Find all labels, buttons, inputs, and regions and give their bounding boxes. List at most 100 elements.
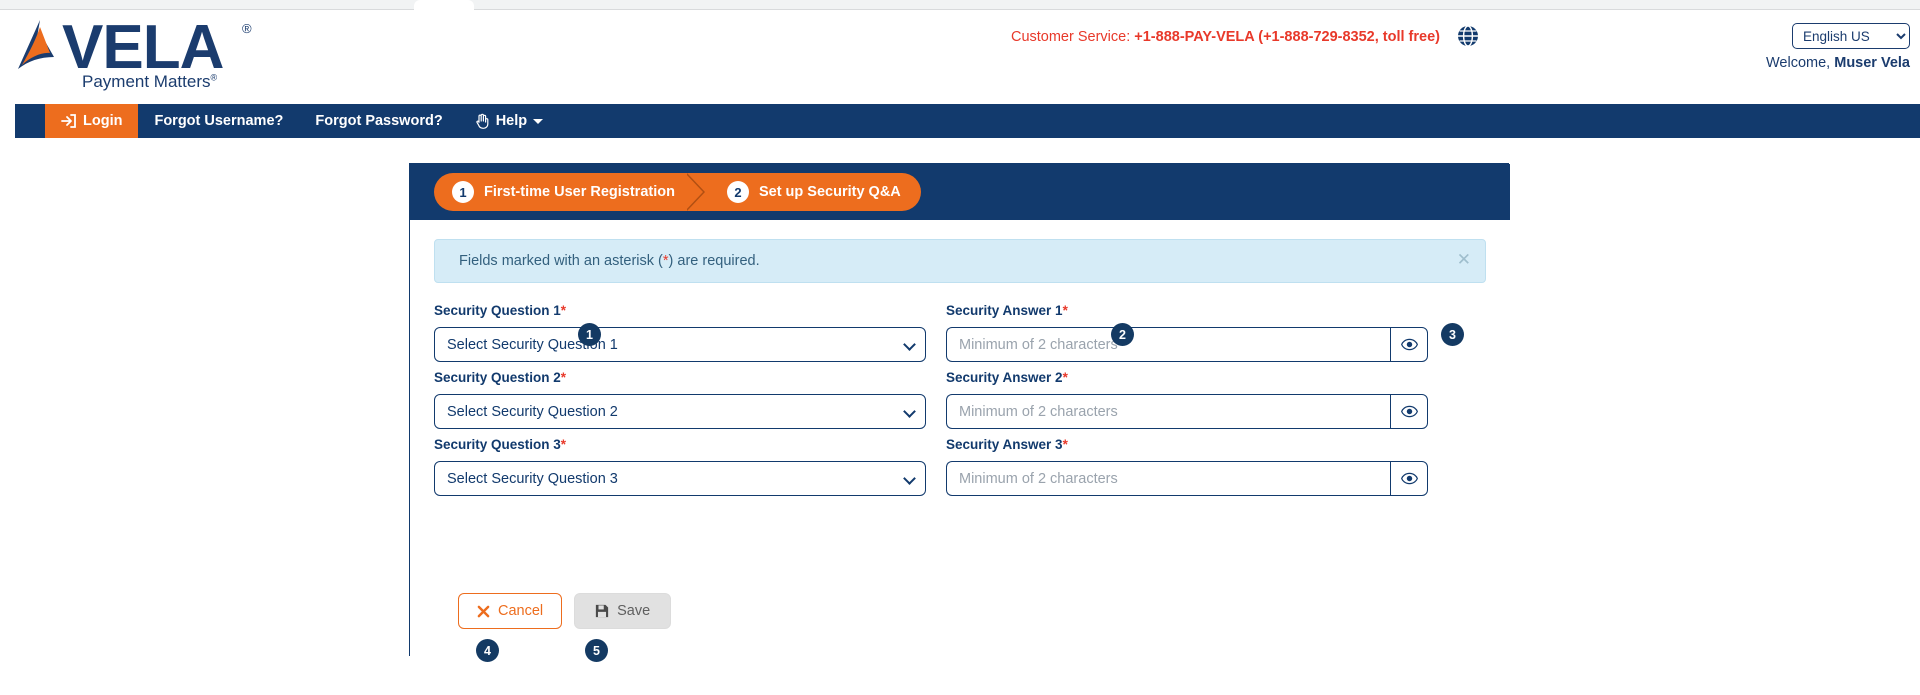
security-question-2-required: * [560,370,567,385]
security-answer-2-required: * [1062,370,1068,385]
annotation-badge-1: 1 [578,323,601,346]
login-icon [61,114,76,128]
vela-tagline-text: Payment Matters [82,72,211,91]
vela-logo-registered: ® [242,21,252,36]
customer-service-label: Customer Service: [1010,29,1135,45]
security-question-2-select[interactable]: Select Security Question 2 [434,394,926,429]
security-question-1-select-wrap: Select Security Question 1 [434,327,926,362]
annotation-badge-4: 4 [476,639,499,662]
security-question-3-select[interactable]: Select Security Question 3 [434,461,926,496]
save-button-label: Save [617,603,651,619]
security-answer-1-label: Security Answer 1* [946,303,1486,321]
vela-logo[interactable]: VELA ® Payment Matters® [10,15,270,103]
card-header: 1 First-time User Registration 2 Set up … [410,164,1510,220]
customer-service-line: Customer Service: +1-888-PAY-VELA (+1-88… [1011,29,1440,45]
annotation-badge-3: 3 [1441,323,1464,346]
security-question-3-label: Security Question 3* [434,437,926,455]
security-answer-3-group: Security Answer 3* [946,437,1486,496]
security-answer-1-required: * [1062,303,1068,318]
security-answer-3-label-text: Security Answer 3 [946,437,1063,452]
security-question-3-required: * [560,437,567,452]
card-body: Fields marked with an asterisk ( * ) are r… [410,220,1510,657]
step-divider-chevron-inner [684,173,703,211]
eye-icon [1400,405,1418,418]
security-question-3-label-text: Security Question 3 [434,437,561,452]
security-question-1-select[interactable]: Select Security Question 1 [434,327,926,362]
nav-label-help: Help [495,113,528,129]
nav-label-login: Login [83,113,123,129]
security-question-2-select-wrap: Select Security Question 2 [434,394,926,429]
security-question-3-group: Security Question 3* Select Security Que… [434,437,926,496]
security-answer-3-toggle-visibility-button[interactable] [1390,461,1428,496]
security-qa-row-3: Security Question 3* Select Security Que… [434,437,1486,504]
security-answer-1-toggle-visibility-button[interactable] [1390,327,1428,362]
save-button[interactable]: Save [574,593,672,629]
language-select[interactable]: English US [1792,23,1910,49]
security-question-1-group: Security Question 1* Select Security Que… [434,303,926,362]
vela-tagline-registered: ® [210,72,218,83]
eye-icon [1400,472,1418,485]
step-setup-security-qa[interactable]: 2 Set up Security Q&A [704,173,921,211]
security-answer-1-label-text: Security Answer 1 [946,303,1063,318]
chevron-down-icon [533,118,544,124]
step-2-number: 2 [726,181,749,203]
nav-item-forgot-password[interactable]: Forgot Password? [299,104,458,138]
browser-chrome-strip [0,0,1920,10]
nav-item-help[interactable]: Help [459,104,559,138]
registration-stepper: 1 First-time User Registration 2 Set up … [434,173,921,211]
site-header: VELA ® Payment Matters® Customer Service… [0,11,1920,106]
security-answer-1-group: Security Answer 1* [946,303,1486,362]
security-question-2-label-text: Security Question 2 [434,370,561,385]
step-first-time-user-registration[interactable]: 1 First-time User Registration [434,173,705,211]
form-actions: Cancel Save [458,593,672,629]
browser-tab-stub [414,0,474,10]
x-icon [477,605,490,617]
security-question-3-select-wrap: Select Security Question 3 [434,461,926,496]
main-navigation: Login Forgot Username? Forgot Password? … [15,104,1920,138]
hand-icon [476,113,489,129]
required-fields-alert: Fields marked with an asterisk (*) are r… [434,239,1486,283]
security-answer-2-group: Security Answer 2* [946,370,1486,429]
security-question-1-required: * [560,303,567,318]
security-answer-3-label: Security Answer 3* [946,437,1486,455]
step-2-label: Set up Security Q&A [758,184,901,200]
security-answer-3-input[interactable] [946,461,1391,496]
security-answer-2-toggle-visibility-button[interactable] [1390,394,1428,429]
security-answer-3-required: * [1062,437,1068,452]
welcome-message: Welcome, Muser Vela [1766,55,1910,71]
annotation-badge-2: 2 [1111,323,1134,346]
welcome-user-name: Muser Vela [1834,55,1910,71]
alert-message: Fields marked with an asterisk (*) are r… [459,253,760,269]
annotation-badge-5: 5 [585,639,608,662]
alert-text-before: Fields marked with an asterisk ( [459,253,663,269]
alert-text-after: ) are required. [668,253,760,269]
security-answer-2-label-text: Security Answer 2 [946,370,1063,385]
close-icon[interactable]: ✕ [1457,251,1471,269]
welcome-prefix: Welcome, [1766,55,1835,71]
nav-label-forgot-password: Forgot Password? [315,113,443,129]
step-1-number: 1 [452,181,474,203]
vela-tagline: Payment Matters® [82,72,217,92]
security-answer-2-input[interactable] [946,394,1391,429]
step-1-label: First-time User Registration [484,184,675,200]
security-question-1-label-text: Security Question 1 [434,303,561,318]
floppy-disk-icon [596,604,609,618]
security-qa-row-2: Security Question 2* Select Security Que… [434,370,1486,437]
vela-logo-wordmark: VELA [62,13,224,82]
globe-icon[interactable] [1456,24,1480,48]
security-question-1-label: Security Question 1* [434,303,926,321]
registration-card: 1 First-time User Registration 2 Set up … [409,163,1510,657]
cancel-button-label: Cancel [498,603,544,619]
security-answer-1-input[interactable] [946,327,1391,362]
vela-logo-mark [18,20,54,69]
eye-icon [1400,338,1418,351]
security-question-2-group: Security Question 2* Select Security Que… [434,370,926,429]
security-question-2-label: Security Question 2* [434,370,926,388]
cancel-button[interactable]: Cancel [458,593,563,629]
security-answer-2-label: Security Answer 2* [946,370,1486,388]
security-answer-1-input-group [946,327,1428,362]
customer-service-phone[interactable]: +1-888-PAY-VELA (+1-888-729-8352, toll f… [1134,29,1440,45]
nav-item-login[interactable]: Login [45,104,139,138]
security-answer-3-input-group [946,461,1428,496]
nav-item-forgot-username[interactable]: Forgot Username? [138,104,299,138]
